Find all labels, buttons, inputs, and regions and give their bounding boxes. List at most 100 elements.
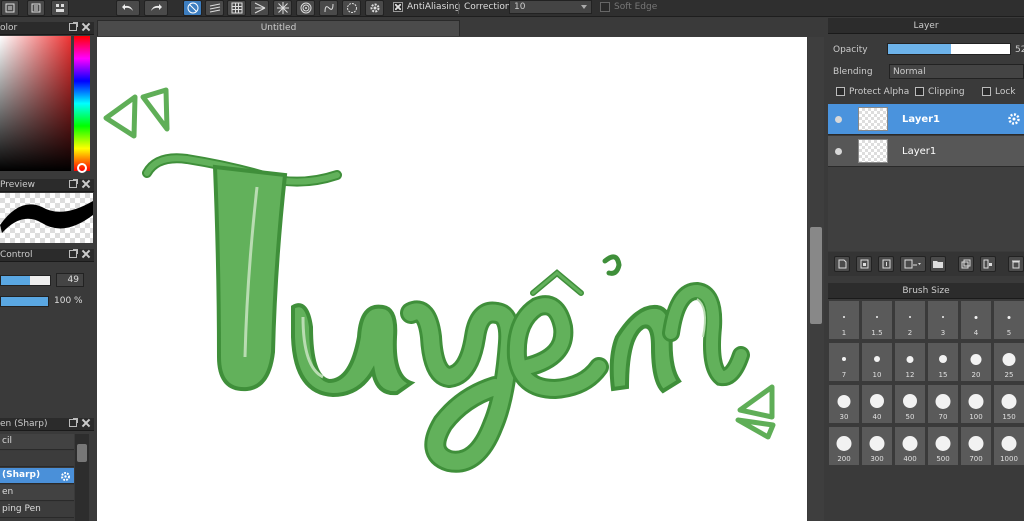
brush-size-cell[interactable]: 150 bbox=[993, 384, 1024, 424]
protect-alpha-checkbox[interactable] bbox=[836, 87, 845, 96]
brush-size-cell[interactable]: 100 bbox=[960, 384, 992, 424]
brush-size-cell[interactable]: 200 bbox=[828, 426, 860, 466]
close-icon[interactable] bbox=[82, 23, 90, 31]
brush-size-label: 10 bbox=[872, 371, 882, 379]
close-icon[interactable] bbox=[82, 419, 90, 427]
brush-size-cell[interactable]: 1000 bbox=[993, 426, 1024, 466]
brush-size-dot-icon bbox=[974, 315, 978, 319]
popout-icon[interactable] bbox=[69, 22, 78, 31]
brush-size-cell[interactable]: 7 bbox=[828, 342, 860, 382]
snap-parallel-button[interactable] bbox=[205, 0, 224, 16]
brush-size-cell[interactable]: 500 bbox=[927, 426, 959, 466]
brush-size-label: 1.5 bbox=[871, 329, 883, 337]
brush-size-cell[interactable]: 15 bbox=[927, 342, 959, 382]
brush-size-dot-icon bbox=[909, 316, 911, 318]
brush-size-cell[interactable]: 50 bbox=[894, 384, 926, 424]
color-saturation-picker[interactable] bbox=[0, 36, 71, 171]
brush-size-cell[interactable]: 20 bbox=[960, 342, 992, 382]
document-tab[interactable]: Untitled bbox=[97, 20, 460, 36]
brush-size-value[interactable]: 49 bbox=[56, 273, 84, 287]
clipping-checkbox[interactable] bbox=[915, 87, 924, 96]
layer-row[interactable]: Layer1 bbox=[828, 136, 1024, 167]
antialiasing-checkbox[interactable] bbox=[393, 2, 403, 12]
visibility-eye-icon[interactable] bbox=[835, 116, 842, 123]
redo-button[interactable] bbox=[144, 0, 168, 16]
brush-size-slider[interactable] bbox=[0, 275, 51, 286]
brush-size-cell[interactable]: 1.5 bbox=[861, 300, 893, 340]
brush-size-cell[interactable]: 300 bbox=[861, 426, 893, 466]
brush-size-dot-icon bbox=[876, 316, 878, 318]
close-icon[interactable] bbox=[82, 180, 90, 188]
control-panel-header: Control bbox=[0, 249, 94, 262]
brush-size-cell[interactable]: 5 bbox=[993, 300, 1024, 340]
layer-opacity-slider[interactable] bbox=[887, 43, 1011, 55]
import-layer-button[interactable] bbox=[878, 256, 894, 272]
popout-icon[interactable] bbox=[69, 418, 78, 427]
brush-size-label: 400 bbox=[903, 455, 917, 463]
brush-size-dot-icon bbox=[939, 355, 947, 363]
brush-list-scrollbar[interactable] bbox=[75, 434, 89, 521]
brush-preview bbox=[0, 193, 93, 243]
brush-panel-header: en (Sharp) bbox=[0, 418, 94, 431]
menu-panels-button[interactable] bbox=[51, 0, 69, 16]
brush-size-cell[interactable]: 700 bbox=[960, 426, 992, 466]
delete-layer-button[interactable] bbox=[1008, 256, 1024, 272]
snap-radial-button[interactable] bbox=[273, 0, 292, 16]
brush-size-cell[interactable]: 3 bbox=[927, 300, 959, 340]
gear-icon[interactable] bbox=[1007, 112, 1021, 126]
drawing-canvas[interactable] bbox=[97, 37, 807, 521]
duplicate-layer-button[interactable] bbox=[856, 256, 872, 272]
brush-size-cell[interactable]: 40 bbox=[861, 384, 893, 424]
brush-size-cell[interactable]: 2 bbox=[894, 300, 926, 340]
snap-off-button[interactable] bbox=[183, 0, 202, 16]
brush-size-label: 3 bbox=[940, 329, 946, 337]
correction-select[interactable]: 10 bbox=[509, 0, 592, 14]
popout-icon[interactable] bbox=[69, 249, 78, 258]
brush-size-cell[interactable]: 12 bbox=[894, 342, 926, 382]
brush-item[interactable]: cil bbox=[0, 434, 74, 450]
brush-size-label: 1000 bbox=[1000, 455, 1018, 463]
new-folder-button[interactable] bbox=[930, 256, 946, 272]
snap-grid-button[interactable] bbox=[227, 0, 246, 16]
popout-icon[interactable] bbox=[69, 179, 78, 188]
layers-icon bbox=[961, 259, 971, 269]
layer-row-selected[interactable]: Layer1 bbox=[828, 104, 1024, 135]
brush-size-cell[interactable]: 70 bbox=[927, 384, 959, 424]
hue-handle[interactable] bbox=[77, 163, 87, 173]
brush-size-cell[interactable]: 30 bbox=[828, 384, 860, 424]
snap-settings-button[interactable] bbox=[365, 0, 384, 16]
snap-concentric-button[interactable] bbox=[296, 0, 315, 16]
gear-icon[interactable] bbox=[60, 471, 71, 482]
brush-size-cell[interactable]: 10 bbox=[861, 342, 893, 382]
hue-slider[interactable] bbox=[74, 36, 90, 171]
scrollbar-thumb[interactable] bbox=[810, 227, 822, 324]
new-layer-button[interactable] bbox=[834, 256, 850, 272]
brush-opacity-slider[interactable] bbox=[0, 296, 49, 307]
brush-item[interactable]: ping Pen bbox=[0, 502, 74, 518]
add-layer-menu-button[interactable] bbox=[900, 256, 926, 272]
brush-size-cell[interactable]: 25 bbox=[993, 342, 1024, 382]
close-icon[interactable] bbox=[82, 250, 90, 258]
lock-checkbox[interactable] bbox=[982, 87, 991, 96]
scrollbar-thumb[interactable] bbox=[77, 444, 87, 462]
brush-size-dot-icon bbox=[874, 356, 880, 362]
blending-select[interactable]: Normal bbox=[889, 64, 1024, 79]
brush-item[interactable]: en bbox=[0, 485, 74, 501]
snap-circle-button[interactable] bbox=[342, 0, 361, 16]
snap-curve-button[interactable] bbox=[319, 0, 338, 16]
menu-layers-button[interactable] bbox=[27, 0, 45, 16]
brush-size-label: 2 bbox=[907, 329, 913, 337]
snap-perspective-button[interactable] bbox=[250, 0, 269, 16]
brush-size-cell[interactable]: 400 bbox=[894, 426, 926, 466]
undo-button[interactable] bbox=[116, 0, 140, 16]
brush-size-cell[interactable]: 4 bbox=[960, 300, 992, 340]
menu-grid-button[interactable] bbox=[1, 0, 19, 16]
visibility-eye-icon[interactable] bbox=[835, 148, 842, 155]
soft-edge-checkbox[interactable] bbox=[600, 2, 610, 12]
canvas-vertical-scrollbar[interactable] bbox=[808, 37, 824, 521]
merge-layer-button[interactable] bbox=[958, 256, 974, 272]
transfer-layer-button[interactable] bbox=[980, 256, 996, 272]
brush-size-cell[interactable]: 1 bbox=[828, 300, 860, 340]
brush-size-dot-icon bbox=[1001, 393, 1017, 409]
brush-item[interactable] bbox=[0, 451, 74, 467]
